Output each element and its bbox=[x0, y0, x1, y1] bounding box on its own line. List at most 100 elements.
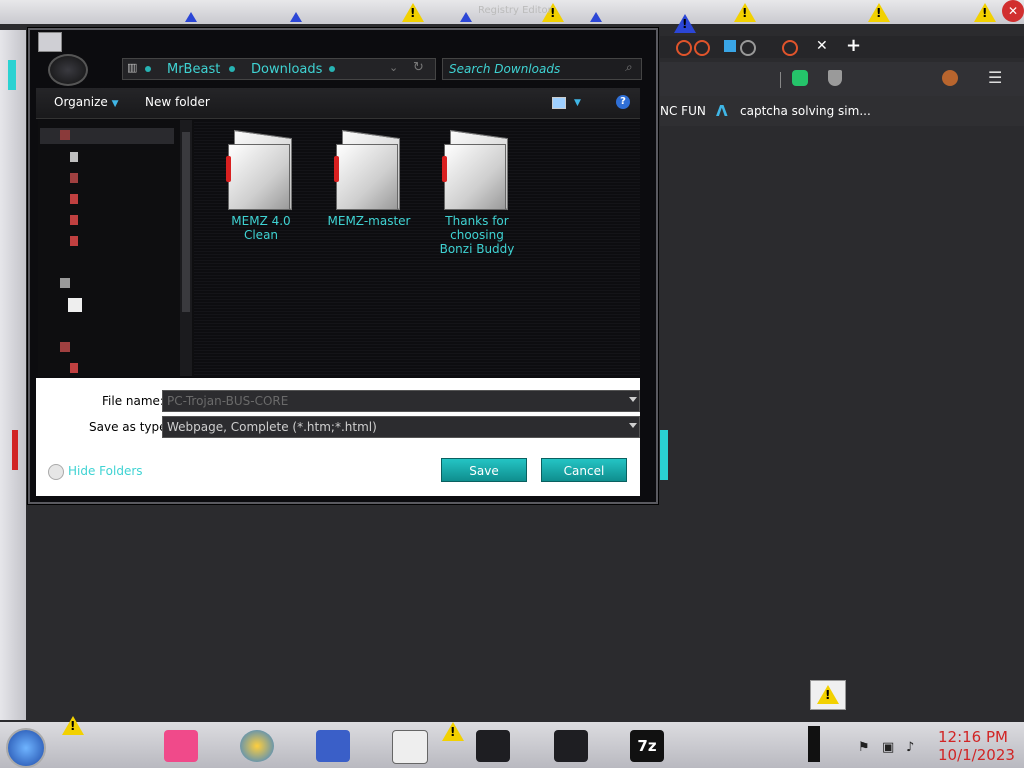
bookmarks-bar: NC FUN Λ captcha solving sim... bbox=[660, 96, 1024, 126]
save-type-select[interactable]: Webpage, Complete (*.htm;*.html) bbox=[162, 416, 640, 438]
breadcrumb-separator-icon bbox=[145, 66, 151, 72]
tab-favicon-icon[interactable] bbox=[676, 40, 692, 56]
file-name-input[interactable]: PC-Trojan-BUS-CORE bbox=[162, 390, 640, 412]
warning-icon bbox=[62, 716, 84, 735]
folder-name: MEMZ 4.0 Clean bbox=[231, 214, 291, 242]
avatar[interactable] bbox=[942, 70, 958, 86]
network-icon[interactable]: ▣ bbox=[882, 740, 894, 755]
file-name-label: File name: bbox=[102, 394, 164, 408]
firefox-icon[interactable] bbox=[240, 730, 274, 762]
nav-scrollbar[interactable] bbox=[180, 120, 192, 376]
java-icon[interactable] bbox=[554, 730, 588, 762]
7zip-icon[interactable]: 7z bbox=[630, 730, 664, 762]
start-button[interactable] bbox=[6, 728, 46, 768]
chevron-down-icon: ▼ bbox=[111, 99, 119, 109]
nav-user-icon bbox=[68, 298, 82, 312]
small-warning-icon bbox=[460, 12, 472, 22]
nav-homegroup-icon bbox=[60, 278, 70, 288]
save-button[interactable]: Save bbox=[441, 458, 527, 482]
nav-item-icon bbox=[70, 173, 78, 183]
warning-icon bbox=[817, 685, 839, 704]
folder-item[interactable]: Thanks for choosing Bonzi Buddy bbox=[432, 129, 522, 256]
hide-folders-label: Hide Folders bbox=[68, 464, 143, 478]
breadcrumb-downloads[interactable]: Downloads bbox=[251, 62, 322, 77]
bookmark-item[interactable]: NC FUN bbox=[660, 104, 706, 118]
taskbar bbox=[0, 722, 1024, 768]
desktop-warning-box bbox=[810, 680, 846, 710]
nav-item-icon bbox=[70, 152, 78, 162]
nav-item-icon bbox=[70, 236, 78, 246]
help-icon[interactable]: ? bbox=[616, 95, 630, 109]
warning-icon bbox=[402, 3, 424, 22]
close-tab-icon[interactable]: ✕ bbox=[816, 38, 828, 54]
cyan-accent bbox=[8, 60, 16, 90]
cyan-accent bbox=[660, 430, 668, 480]
taskbar-app-icon[interactable] bbox=[316, 730, 350, 762]
browser-tab-strip bbox=[660, 36, 1024, 58]
shield-icon[interactable] bbox=[828, 70, 842, 86]
chevron-down-icon bbox=[629, 423, 637, 428]
organize-button[interactable]: Organize ▼ bbox=[54, 95, 119, 109]
chevron-down-icon[interactable]: ▼ bbox=[574, 98, 581, 108]
flag-icon[interactable]: ⚑ bbox=[858, 740, 870, 755]
clock-date[interactable]: 10/1/2023 bbox=[938, 746, 1015, 764]
close-icon[interactable]: ✕ bbox=[1002, 0, 1024, 22]
warning-icon bbox=[974, 3, 996, 22]
refresh-icon[interactable]: ↻ bbox=[413, 60, 424, 75]
nav-scrollbar-thumb[interactable] bbox=[182, 132, 190, 312]
view-icon[interactable] bbox=[552, 97, 566, 109]
file-list: MEMZ 4.0 Clean MEMZ-master Thanks for ch… bbox=[194, 120, 640, 376]
volume-icon[interactable]: ♪ bbox=[906, 740, 914, 755]
search-input[interactable]: Search Downloads ⌕ bbox=[442, 58, 642, 80]
browser-toolbar: ☰ bbox=[660, 62, 1024, 96]
folder-item[interactable]: MEMZ 4.0 Clean bbox=[216, 129, 306, 242]
tab-favicon-icon[interactable] bbox=[694, 40, 710, 56]
breadcrumb-separator-icon bbox=[229, 66, 235, 72]
chevron-down-icon[interactable]: ⌄ bbox=[389, 61, 398, 74]
file-name-value: PC-Trojan-BUS-CORE bbox=[167, 394, 289, 408]
cancel-button[interactable]: Cancel bbox=[541, 458, 627, 482]
folder-icon bbox=[442, 129, 510, 211]
tab-favicon-icon[interactable] bbox=[782, 40, 798, 56]
clock-time[interactable]: 12:16 PM bbox=[938, 728, 1008, 746]
new-tab-icon[interactable]: + bbox=[846, 35, 861, 56]
red-accent bbox=[12, 430, 18, 470]
search-icon: ⌕ bbox=[625, 60, 632, 74]
taskbar-app-icon[interactable] bbox=[164, 730, 198, 762]
save-type-label: Save as type: bbox=[89, 420, 171, 434]
dialog-footer: File name: PC-Trojan-BUS-CORE Save as ty… bbox=[36, 378, 640, 496]
tab-favicon-icon[interactable] bbox=[740, 40, 756, 56]
warning-icon bbox=[734, 3, 756, 22]
breadcrumb-separator-icon bbox=[329, 66, 335, 72]
warning-icon bbox=[868, 3, 890, 22]
save-type-value: Webpage, Complete (*.htm;*.html) bbox=[167, 420, 377, 434]
chevron-down-icon bbox=[629, 397, 637, 402]
registry-editor-title: Registry Editor bbox=[478, 5, 552, 16]
tray-divider bbox=[808, 726, 820, 762]
search-placeholder: Search Downloads bbox=[449, 62, 561, 76]
back-forward-icon[interactable] bbox=[48, 54, 88, 86]
new-folder-button[interactable]: New folder bbox=[145, 95, 210, 109]
desktop-left-edge bbox=[0, 30, 26, 720]
java-icon[interactable] bbox=[476, 730, 510, 762]
address-bar[interactable]: ▥ MrBeast Downloads ⌄ ↻ bbox=[122, 58, 436, 80]
nav-item-icon bbox=[70, 363, 78, 373]
nav-favorites-icon bbox=[60, 130, 70, 140]
breadcrumb-mrbeast[interactable]: MrBeast bbox=[167, 62, 220, 77]
menu-icon[interactable]: ☰ bbox=[988, 68, 1002, 87]
toolbar-divider bbox=[780, 72, 781, 88]
tab-favicon-icon[interactable] bbox=[724, 40, 736, 52]
desktop-top-strip: Registry Editor ✕ bbox=[0, 0, 1024, 24]
folder-item[interactable]: MEMZ-master bbox=[324, 129, 414, 228]
dialog-app-icon bbox=[38, 32, 62, 52]
nav-item-icon bbox=[70, 215, 78, 225]
extension-icon[interactable] bbox=[792, 70, 808, 86]
folder-name: Thanks for choosing Bonzi Buddy bbox=[439, 214, 515, 256]
folder-icon: ▥ bbox=[127, 61, 138, 74]
command-prompt-icon[interactable] bbox=[392, 730, 428, 764]
nav-item-icon bbox=[70, 194, 78, 204]
bookmark-item[interactable]: captcha solving sim... bbox=[740, 104, 871, 118]
save-as-dialog: ▥ MrBeast Downloads ⌄ ↻ Search Downloads… bbox=[28, 28, 658, 504]
navigation-pane bbox=[38, 120, 194, 376]
nav-computer-icon bbox=[60, 342, 70, 352]
